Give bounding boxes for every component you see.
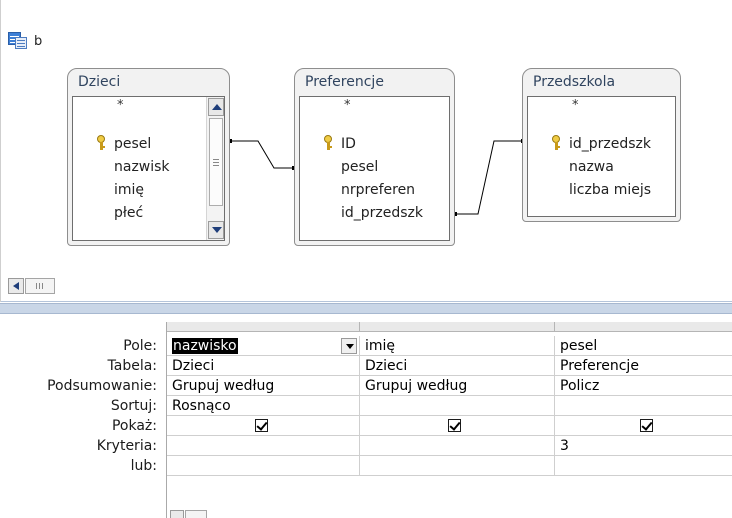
scroll-thumb[interactable] bbox=[209, 118, 223, 206]
table-cell[interactable]: Dzieci bbox=[167, 356, 360, 376]
all-fields-star[interactable]: * bbox=[117, 98, 124, 113]
field-item[interactable]: imię bbox=[114, 182, 144, 202]
table-cell[interactable]: Dzieci bbox=[360, 356, 555, 376]
dropdown-arrow-icon[interactable] bbox=[341, 338, 357, 354]
query-design-diagram-pane[interactable]: b Dzieci * pesel nazwisk imię płeć Prefe… bbox=[0, 0, 732, 302]
primary-key-icon bbox=[322, 135, 334, 151]
diagram-horizontal-scrollbar[interactable] bbox=[8, 278, 58, 294]
total-cell[interactable]: Policz bbox=[555, 376, 732, 396]
sort-cell[interactable] bbox=[555, 396, 732, 416]
table-title[interactable]: Preferencje bbox=[295, 69, 454, 95]
sort-cell[interactable]: Rosnąco bbox=[167, 396, 360, 416]
show-cell[interactable] bbox=[555, 416, 732, 436]
row-label-sortuj: Sortuj: bbox=[110, 398, 157, 414]
criteria-cell[interactable] bbox=[167, 436, 360, 456]
table-title[interactable]: Dzieci bbox=[68, 69, 229, 95]
all-fields-star[interactable]: * bbox=[572, 98, 579, 113]
sort-cell[interactable] bbox=[360, 396, 555, 416]
scroll-up-arrow-icon[interactable] bbox=[208, 98, 224, 116]
row-labels: Pole: Tabela: Podsumowanie: Sortuj: Poka… bbox=[0, 315, 165, 518]
design-grid[interactable]: nazwisko Dzieci Grupuj według Rosnąco im… bbox=[166, 322, 732, 518]
or-cell[interactable] bbox=[360, 456, 555, 476]
table-dzieci[interactable]: Dzieci * pesel nazwisk imię płeć bbox=[67, 68, 230, 246]
all-fields-star[interactable]: * bbox=[344, 98, 351, 113]
field-item[interactable]: ID bbox=[341, 136, 356, 156]
show-checkbox[interactable] bbox=[255, 419, 268, 432]
row-label-pole: Pole: bbox=[123, 338, 157, 354]
field-item[interactable]: nazwa bbox=[569, 159, 614, 179]
total-cell[interactable]: Grupuj według bbox=[167, 376, 360, 396]
scroll-down-arrow-icon[interactable] bbox=[208, 221, 224, 239]
or-cell[interactable] bbox=[167, 456, 360, 476]
query-window-title: b bbox=[8, 31, 42, 51]
or-cell[interactable] bbox=[555, 456, 732, 476]
scroll-thumb[interactable] bbox=[185, 510, 207, 518]
field-item[interactable]: płeć bbox=[114, 205, 143, 225]
field-item[interactable]: id_przedszk bbox=[569, 136, 651, 156]
field-list[interactable]: * id_przedszk nazwa liczba miejs bbox=[527, 96, 676, 217]
table-title[interactable]: Przedszkola bbox=[523, 69, 680, 95]
table-cell[interactable]: Preferencje bbox=[555, 356, 732, 376]
field-item[interactable]: nazwisk bbox=[114, 159, 170, 179]
table-preferencje[interactable]: Preferencje * ID pesel nrpreferen id_prz… bbox=[294, 68, 455, 246]
field-item[interactable]: pesel bbox=[341, 159, 378, 179]
scroll-thumb[interactable] bbox=[25, 278, 55, 294]
query-title-text: b bbox=[34, 33, 43, 49]
column-selector[interactable] bbox=[167, 322, 360, 332]
field-cell[interactable]: imię bbox=[360, 336, 555, 356]
criteria-cell[interactable]: 3 bbox=[555, 436, 732, 456]
field-item[interactable]: liczba miejs bbox=[569, 182, 651, 202]
table-przedszkola[interactable]: Przedszkola * id_przedszk nazwa liczba m… bbox=[522, 68, 681, 222]
field-item[interactable]: pesel bbox=[114, 136, 151, 156]
total-cell[interactable]: Grupuj według bbox=[360, 376, 555, 396]
field-item[interactable]: id_przedszk bbox=[341, 205, 423, 225]
criteria-cell[interactable] bbox=[360, 436, 555, 456]
table-vertical-scrollbar[interactable] bbox=[206, 97, 224, 240]
query-icon bbox=[8, 32, 28, 50]
field-list[interactable]: * ID pesel nrpreferen id_przedszk bbox=[299, 96, 450, 241]
column-selector[interactable] bbox=[360, 322, 555, 332]
show-cell[interactable] bbox=[360, 416, 555, 436]
primary-key-icon bbox=[95, 135, 107, 151]
grid-horizontal-scrollbar[interactable] bbox=[170, 510, 210, 518]
column-selector[interactable] bbox=[555, 322, 732, 332]
row-label-kryteria: Kryteria: bbox=[96, 438, 157, 454]
row-label-podsumowanie: Podsumowanie: bbox=[47, 378, 157, 394]
scroll-left-arrow-icon[interactable] bbox=[170, 510, 184, 518]
primary-key-icon bbox=[550, 135, 562, 151]
query-design-grid-pane[interactable]: Pole: Tabela: Podsumowanie: Sortuj: Poka… bbox=[0, 315, 732, 518]
show-cell[interactable] bbox=[167, 416, 360, 436]
row-label-tabela: Tabela: bbox=[107, 358, 158, 374]
field-cell[interactable]: pesel bbox=[555, 336, 732, 356]
field-list[interactable]: * pesel nazwisk imię płeć bbox=[72, 96, 225, 241]
show-checkbox[interactable] bbox=[448, 419, 461, 432]
field-name-selected[interactable]: nazwisko bbox=[172, 338, 238, 354]
pane-splitter[interactable] bbox=[0, 303, 732, 314]
field-cell[interactable]: nazwisko bbox=[167, 336, 360, 356]
show-checkbox[interactable] bbox=[640, 419, 653, 432]
row-label-lub: lub: bbox=[130, 458, 157, 474]
row-label-pokaz: Pokaż: bbox=[111, 418, 157, 434]
field-item[interactable]: nrpreferen bbox=[341, 182, 415, 202]
scroll-left-arrow-icon[interactable] bbox=[8, 278, 24, 294]
